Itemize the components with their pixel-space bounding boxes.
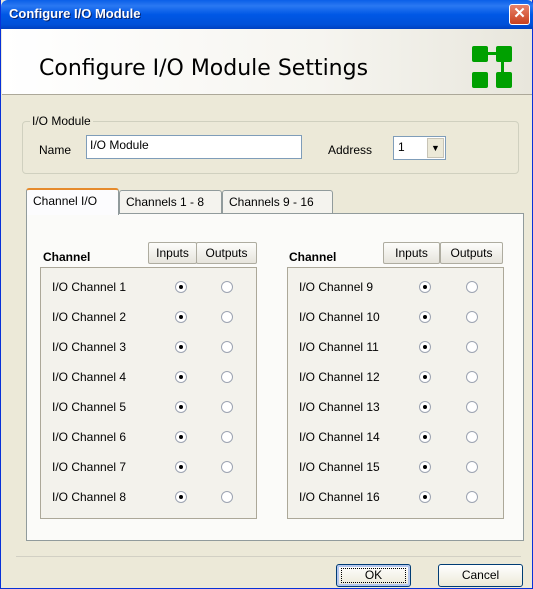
io-module-legend: I/O Module (32, 114, 91, 128)
channel-name: I/O Channel 8 (52, 490, 127, 504)
list-item: I/O Channel 15 (288, 452, 503, 482)
output-radio[interactable] (466, 371, 478, 383)
input-radio[interactable] (419, 401, 431, 413)
left-outputs-button[interactable]: Outputs (196, 242, 257, 264)
list-item: I/O Channel 2 (41, 302, 256, 332)
output-radio[interactable] (466, 461, 478, 473)
list-item: I/O Channel 6 (41, 422, 256, 452)
channel-name: I/O Channel 5 (52, 400, 127, 414)
list-item: I/O Channel 12 (288, 362, 503, 392)
output-radio[interactable] (466, 431, 478, 443)
channel-name: I/O Channel 15 (299, 460, 380, 474)
channel-name: I/O Channel 14 (299, 430, 380, 444)
chevron-down-icon[interactable]: ▼ (427, 138, 444, 158)
address-select[interactable]: 1 ▼ (393, 136, 446, 160)
output-radio[interactable] (466, 401, 478, 413)
tab-channels-1-8[interactable]: Channels 1 - 8 (119, 190, 222, 214)
channel-name: I/O Channel 3 (52, 340, 127, 354)
output-radio[interactable] (221, 431, 233, 443)
channel-name: I/O Channel 16 (299, 490, 380, 504)
output-radio[interactable] (221, 401, 233, 413)
output-radio[interactable] (466, 311, 478, 323)
dialog-heading: Configure I/O Module Settings (39, 56, 369, 81)
input-radio[interactable] (175, 431, 187, 443)
right-channel-list: I/O Channel 9 I/O Channel 10 I/O Channel… (287, 267, 504, 519)
left-channel-list: I/O Channel 1 I/O Channel 2 I/O Channel … (40, 267, 257, 519)
input-radio[interactable] (175, 371, 187, 383)
right-outputs-button[interactable]: Outputs (440, 242, 503, 264)
input-radio[interactable] (175, 341, 187, 353)
channel-name: I/O Channel 9 (299, 280, 374, 294)
right-inputs-button[interactable]: Inputs (383, 242, 440, 264)
input-radio[interactable] (175, 461, 187, 473)
output-radio[interactable] (221, 461, 233, 473)
input-radio[interactable] (175, 311, 187, 323)
output-radio[interactable] (221, 491, 233, 503)
input-radio[interactable] (419, 341, 431, 353)
list-item: I/O Channel 8 (41, 482, 256, 512)
output-radio[interactable] (466, 281, 478, 293)
ok-button[interactable]: OK (336, 564, 411, 587)
list-item: I/O Channel 14 (288, 422, 503, 452)
input-radio[interactable] (175, 281, 187, 293)
output-radio[interactable] (221, 371, 233, 383)
channel-name: I/O Channel 13 (299, 400, 380, 414)
list-item: I/O Channel 13 (288, 392, 503, 422)
channel-name: I/O Channel 11 (299, 340, 379, 354)
channel-name: I/O Channel 2 (52, 310, 127, 324)
list-item: I/O Channel 4 (41, 362, 256, 392)
input-radio[interactable] (419, 431, 431, 443)
input-radio[interactable] (419, 491, 431, 503)
header-band: Configure I/O Module Settings (2, 29, 532, 95)
left-channel-header: Channel (43, 250, 91, 264)
list-item: I/O Channel 1 (41, 272, 256, 302)
list-item: I/O Channel 11 (288, 332, 503, 362)
network-nodes-icon (472, 46, 514, 88)
channel-name: I/O Channel 10 (299, 310, 380, 324)
input-radio[interactable] (419, 461, 431, 473)
channel-name: I/O Channel 1 (52, 280, 127, 294)
input-radio[interactable] (419, 281, 431, 293)
right-channel-header: Channel (289, 250, 337, 264)
input-radio[interactable] (175, 401, 187, 413)
list-item: I/O Channel 10 (288, 302, 503, 332)
dialog-window: Configure I/O Module ✕ Configure I/O Mod… (0, 0, 533, 589)
list-item: I/O Channel 9 (288, 272, 503, 302)
address-value: 1 (398, 140, 405, 154)
footer-divider (16, 556, 521, 557)
focus-ring (341, 568, 406, 583)
window-title: Configure I/O Module (9, 6, 141, 21)
list-item: I/O Channel 7 (41, 452, 256, 482)
output-radio[interactable] (466, 341, 478, 353)
tab-channels-9-16[interactable]: Channels 9 - 16 (222, 190, 333, 214)
list-item: I/O Channel 5 (41, 392, 256, 422)
channel-name: I/O Channel 6 (52, 430, 127, 444)
input-radio[interactable] (419, 371, 431, 383)
channel-io-panel: Channel Inputs Outputs I/O Channel 1 I/O… (26, 213, 524, 541)
name-field[interactable]: I/O Module (86, 135, 302, 159)
cancel-button[interactable]: Cancel (438, 564, 523, 587)
name-label: Name (39, 143, 72, 157)
channel-name: I/O Channel 12 (299, 370, 380, 384)
channel-name: I/O Channel 7 (52, 460, 127, 474)
address-label: Address (328, 143, 373, 157)
close-button[interactable]: ✕ (509, 4, 530, 25)
title-bar[interactable]: Configure I/O Module ✕ (1, 0, 533, 29)
input-radio[interactable] (175, 491, 187, 503)
tab-channel-io[interactable]: Channel I/O (26, 188, 119, 215)
output-radio[interactable] (221, 311, 233, 323)
output-radio[interactable] (221, 341, 233, 353)
channel-name: I/O Channel 4 (52, 370, 127, 384)
list-item: I/O Channel 16 (288, 482, 503, 512)
input-radio[interactable] (419, 311, 431, 323)
list-item: I/O Channel 3 (41, 332, 256, 362)
left-inputs-button[interactable]: Inputs (148, 242, 197, 264)
output-radio[interactable] (466, 491, 478, 503)
output-radio[interactable] (221, 281, 233, 293)
